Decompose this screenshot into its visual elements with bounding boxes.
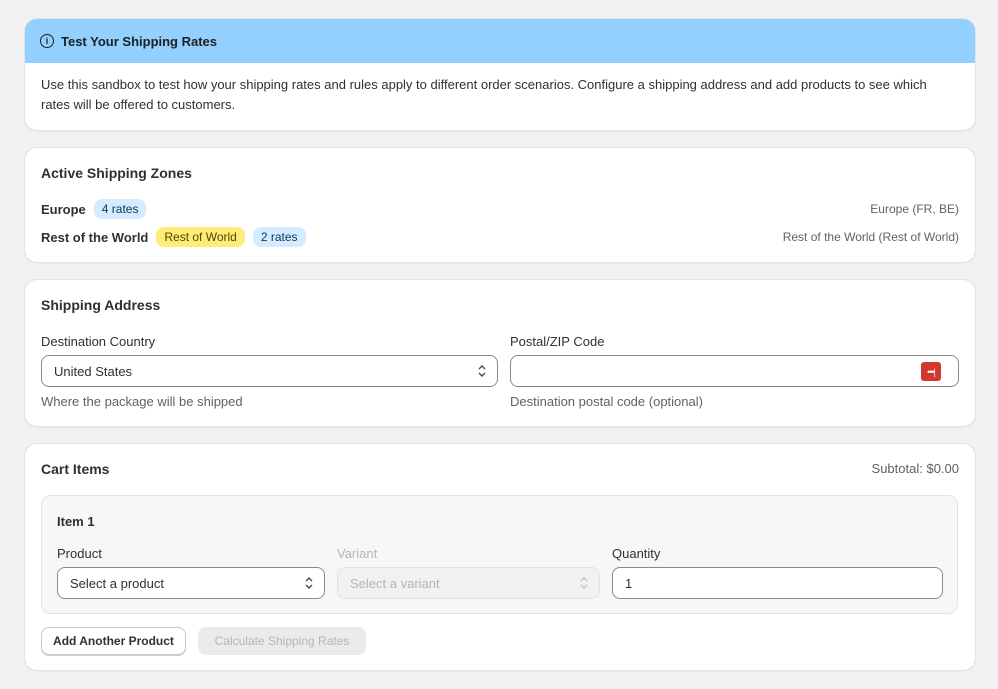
- cart-title: Cart Items: [41, 461, 110, 477]
- chevron-up-down-icon: [580, 577, 588, 589]
- info-banner: i Test Your Shipping Rates Use this sand…: [25, 19, 975, 130]
- zone-region: Rest of the World (Rest of World): [782, 230, 959, 244]
- quantity-input[interactable]: 1: [612, 567, 943, 599]
- password-manager-icon[interactable]: •••|: [921, 362, 941, 381]
- zone-region: Europe (FR, BE): [870, 202, 959, 216]
- postal-label: Postal/ZIP Code: [510, 334, 605, 349]
- add-product-button[interactable]: Add Another Product: [41, 627, 186, 655]
- product-label: Product: [57, 546, 102, 561]
- country-select[interactable]: United States: [41, 355, 498, 387]
- banner-description: Use this sandbox to test how your shippi…: [41, 77, 927, 112]
- cart-item: Item 1 Product Select a product Variant …: [41, 495, 958, 614]
- postal-code-input[interactable]: •••|: [510, 355, 959, 387]
- rates-badge: 4 rates: [93, 199, 147, 219]
- calculate-rates-button[interactable]: Calculate Shipping Rates: [198, 627, 366, 655]
- zone-row-rest-of-world: Rest of the World Rest of World 2 rates …: [41, 226, 959, 248]
- product-select[interactable]: Select a product: [57, 567, 325, 599]
- rates-badge: 2 rates: [252, 227, 306, 247]
- postal-help: Destination postal code (optional): [510, 394, 703, 409]
- shipping-address-card: Shipping Address Destination Country Uni…: [25, 280, 975, 426]
- info-icon: i: [40, 34, 54, 48]
- variant-label: Variant: [337, 546, 378, 561]
- banner-header: i Test Your Shipping Rates: [25, 19, 975, 63]
- country-help: Where the package will be shipped: [41, 394, 243, 409]
- chevron-up-down-icon: [305, 577, 313, 589]
- item-title: Item 1: [57, 514, 95, 529]
- quantity-label: Quantity: [612, 546, 661, 561]
- subtotal: Subtotal: $0.00: [871, 461, 959, 476]
- page: i Test Your Shipping Rates Use this sand…: [0, 0, 998, 689]
- zone-tag-badge: Rest of World: [156, 227, 245, 247]
- shipping-zones-card: Active Shipping Zones Europe 4 rates Eur…: [25, 148, 975, 262]
- zone-name: Europe: [41, 201, 86, 217]
- country-value: United States: [54, 363, 133, 379]
- banner-title: Test Your Shipping Rates: [61, 33, 218, 49]
- country-label: Destination Country: [41, 334, 156, 349]
- chevron-up-down-icon: [478, 365, 486, 377]
- cart-items-card: Cart Items Subtotal: $0.00 Item 1 Produc…: [25, 444, 975, 670]
- variant-value: Select a variant: [350, 575, 440, 591]
- address-title: Shipping Address: [41, 297, 161, 313]
- zones-title: Active Shipping Zones: [41, 165, 192, 181]
- zone-row-europe: Europe 4 rates Europe (FR, BE): [41, 198, 959, 220]
- quantity-value: 1: [625, 575, 633, 591]
- zone-name: Rest of the World: [41, 229, 149, 245]
- variant-select[interactable]: Select a variant: [337, 567, 600, 599]
- product-value: Select a product: [70, 575, 164, 591]
